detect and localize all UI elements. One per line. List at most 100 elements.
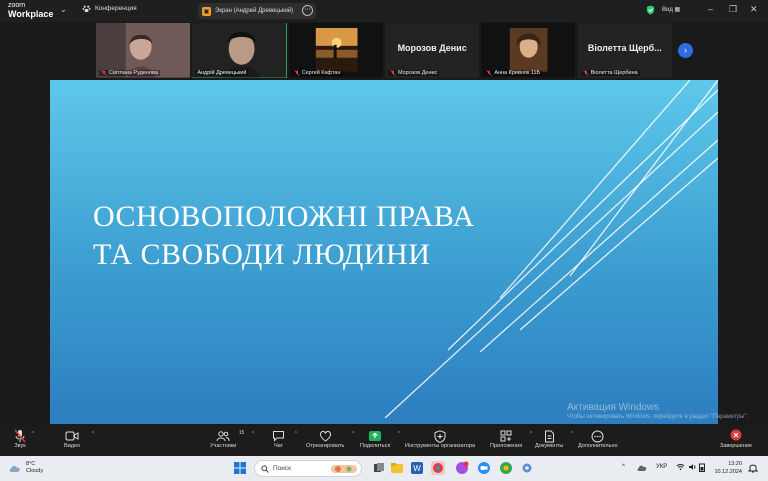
task-view-icon[interactable] [372,461,386,475]
more-label: Дополнительно [578,443,618,449]
audio-label: Звук [14,443,26,449]
settings-gear-icon[interactable] [520,461,534,475]
document-icon [544,430,554,442]
language-indicator[interactable]: УКР [656,464,667,470]
caret-up-icon[interactable]: ^ [32,431,34,437]
clock-time: 13:20 [728,461,742,467]
participant-tile[interactable]: Світлана Руденова [96,23,191,78]
share-label: Поделиться [360,443,391,449]
participant-name: Віолетта Щербина [590,70,638,76]
react-button[interactable]: Отреагировать ^ [306,429,354,449]
word-icon[interactable]: W [410,461,424,475]
zoom-logo: zoom Workplace [8,2,54,19]
zoom-window: zoom Workplace ⌄ Конференция ▣ Экран (Ан… [0,0,768,481]
screen-share-icon: ▣ [202,6,211,16]
chat-button[interactable]: Чат ^ [272,429,297,449]
conference-label: Конференция [95,5,137,12]
title-bar: zoom Workplace ⌄ Конференция ▣ Экран (Ан… [0,0,768,22]
weather-text: Cloudy [26,468,44,474]
participant-tile[interactable]: Віолетта Щерб... Віолетта Щербина [577,23,672,78]
docs-label: Документы [535,443,564,449]
participant-nameplate: Анна Кривняк 11Б [484,70,543,76]
participant-display-name: Віолетта Щерб... [587,43,662,53]
activation-title: Активация Windows [567,402,660,413]
caret-up-icon[interactable]: ^ [571,431,573,437]
screen-share-indicator[interactable]: ▣ Экран (Андрей Древецький) ⋯ [198,3,316,19]
zoom-app-icon[interactable] [477,461,491,475]
file-explorer-icon[interactable] [390,461,404,475]
participant-tile-active-speaker[interactable]: Андрій Древецький [192,23,287,78]
mic-off-icon [582,70,589,76]
search-placeholder: Поиск [273,465,292,472]
participant-tile[interactable]: Сергей Кафтан [288,23,383,78]
end-meeting-button[interactable]: Завершение [720,429,752,449]
cloud-icon [9,465,20,472]
caret-up-icon[interactable]: ^ [352,431,354,437]
volume-icon[interactable] [688,463,697,471]
slide-title-line2: ТА СВОБОДИ ЛЮДИНИ [93,238,431,271]
chevron-down-icon[interactable]: ⌄ [60,5,67,14]
search-highlight-icon [331,464,357,473]
docs-button[interactable]: Документы ^ [535,429,573,449]
meeting-toolbar: Звук ^ Видео ^ Участники 15 ^ Чат ^ Отре… [0,426,768,456]
share-button[interactable]: Поделиться ^ [360,429,400,449]
search-icon [261,464,269,473]
chrome-icon[interactable] [431,461,445,475]
end-call-icon [730,429,742,441]
system-clock[interactable]: 13:20 10.12.2024 [706,460,742,476]
tray-chevron-icon[interactable]: ^ [622,464,625,470]
more-icon [591,430,604,442]
caret-up-icon[interactable]: ^ [92,431,94,437]
taskbar-search-input[interactable]: Поиск [254,460,362,477]
messenger-icon[interactable] [455,461,469,475]
maximize-icon[interactable]: ❐ [729,4,737,15]
caret-up-icon[interactable]: ^ [530,431,532,437]
mic-muted-icon [14,429,26,443]
participant-name: Сергей Кафтан [301,70,341,76]
temperature: 8°C [26,461,36,467]
weather-widget[interactable]: 8°C Cloudy [8,461,43,475]
caret-up-icon[interactable]: ^ [398,431,400,437]
end-label: Завершение [720,443,752,449]
screen-share-label: Экран (Андрей Древецький) [215,8,294,14]
onedrive-icon[interactable] [637,463,647,472]
battery-icon[interactable] [699,463,705,472]
windows-start-icon[interactable] [233,461,247,475]
minimize-icon[interactable]: – [708,4,713,14]
chat-icon [273,431,284,442]
wifi-icon[interactable] [676,463,685,471]
view-button[interactable]: Вид ▦ [662,6,680,13]
video-button[interactable]: Видео ^ [64,429,94,449]
shield-icon[interactable] [646,5,655,15]
caret-up-icon[interactable]: ^ [295,431,297,437]
participant-name: Андрій Древецький [197,70,247,76]
participant-nameplate: Морозов Денис [387,70,440,76]
caret-up-icon[interactable]: ^ [252,431,254,437]
participants-count: 15 [238,430,245,436]
browser-icon[interactable] [499,461,513,475]
options-icon[interactable]: ⋯ [302,5,313,16]
next-participants-button[interactable]: › [678,43,693,58]
mic-off-icon [101,70,107,76]
apps-button[interactable]: Приложения ^ [490,429,532,449]
logo-line2: Workplace [8,9,54,19]
participant-display-name: Морозов Денис [397,43,467,53]
participant-tile[interactable]: Морозов Денис Морозов Денис [384,23,480,78]
close-icon[interactable]: ✕ [750,4,758,15]
paw-icon [82,5,91,13]
audio-button[interactable]: Звук ^ [14,429,34,449]
participant-name: Морозов Денис [397,70,438,76]
windows-taskbar: 8°C Cloudy Поиск W ^ УКР 13:20 10.12.202… [0,456,768,481]
host-tools-button[interactable]: Инструменты организатора [405,429,475,449]
mic-off-icon [486,70,493,76]
svg-text:W: W [413,464,421,473]
notifications-icon[interactable] [748,462,758,473]
heart-icon [319,430,331,442]
windows-activation-watermark: Активация Windows Чтобы активировать Win… [567,402,748,420]
conference-info-button[interactable]: Конференция [82,4,137,13]
participant-tile[interactable]: Анна Кривняк 11Б [481,23,576,78]
participants-button[interactable]: Участники 15 ^ [210,429,254,449]
more-button[interactable]: Дополнительно [578,429,618,449]
chat-label: Чат [273,443,284,449]
view-grid-icon: ▦ [674,7,681,13]
